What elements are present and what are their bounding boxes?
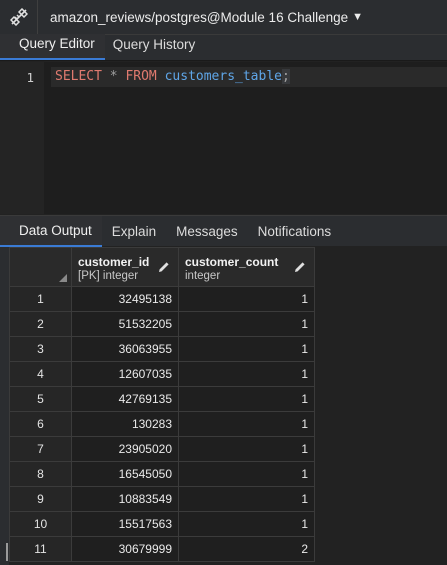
cell-customer-id[interactable]: 36063955 bbox=[71, 336, 179, 362]
semicolon: ; bbox=[282, 69, 290, 84]
column-name: customer_count bbox=[185, 255, 279, 269]
cell-customer-count[interactable]: 1 bbox=[178, 436, 315, 462]
cell-customer-count[interactable]: 1 bbox=[178, 311, 315, 337]
cell-customer-id[interactable]: 23905020 bbox=[71, 436, 179, 462]
cell-customer-id[interactable]: 42769135 bbox=[71, 386, 179, 412]
row-number[interactable]: 3 bbox=[9, 336, 72, 362]
tab-explain[interactable]: Explain bbox=[102, 216, 166, 247]
cell-customer-count[interactable]: 1 bbox=[178, 511, 315, 537]
cell-customer-id[interactable]: 51532205 bbox=[71, 311, 179, 337]
cell-customer-id[interactable]: 130283 bbox=[71, 411, 179, 437]
cell-customer-count[interactable]: 1 bbox=[178, 336, 315, 362]
table-row[interactable]: 6 130283 1 bbox=[9, 411, 315, 437]
tab-query-editor[interactable]: Query Editor bbox=[0, 34, 105, 60]
row-number[interactable]: 11 bbox=[9, 536, 72, 562]
row-header-corner[interactable] bbox=[9, 247, 72, 287]
table-row[interactable]: 8 16545050 1 bbox=[9, 461, 315, 487]
row-number[interactable]: 10 bbox=[9, 511, 72, 537]
cell-customer-count[interactable]: 1 bbox=[178, 461, 315, 487]
row-number[interactable]: 5 bbox=[9, 386, 72, 412]
table-row[interactable]: 9 10883549 1 bbox=[9, 486, 315, 512]
table-row[interactable]: 2 51532205 1 bbox=[9, 311, 315, 337]
tab-query-history[interactable]: Query History bbox=[105, 34, 204, 60]
identifier-table: customers_table bbox=[164, 69, 282, 84]
table-row[interactable]: 3 36063955 1 bbox=[9, 336, 315, 362]
row-number[interactable]: 6 bbox=[9, 411, 72, 437]
table-row[interactable]: 10 15517563 1 bbox=[9, 511, 315, 537]
cell-customer-count[interactable]: 1 bbox=[178, 486, 315, 512]
tab-data-output[interactable]: Data Output bbox=[0, 216, 102, 247]
table-row[interactable]: 4 12607035 1 bbox=[9, 361, 315, 387]
column-header-customer-count[interactable]: customer_count integer bbox=[178, 247, 315, 287]
cell-customer-count[interactable]: 1 bbox=[178, 386, 315, 412]
select-all-icon[interactable] bbox=[59, 274, 67, 282]
table-row[interactable]: 7 23905020 1 bbox=[9, 436, 315, 462]
keyword-from: FROM bbox=[125, 69, 157, 84]
data-grid[interactable]: customer_id [PK] integer customer_count … bbox=[9, 247, 447, 565]
cell-customer-id[interactable]: 15517563 bbox=[71, 511, 179, 537]
tab-messages[interactable]: Messages bbox=[166, 216, 248, 247]
connection-title[interactable]: amazon_reviews/postgres@Module 16 Challe… bbox=[50, 10, 348, 25]
cell-customer-count[interactable]: 1 bbox=[178, 286, 315, 312]
row-number[interactable]: 7 bbox=[9, 436, 72, 462]
column-header-customer-id[interactable]: customer_id [PK] integer bbox=[71, 247, 179, 287]
keyword-select: SELECT bbox=[55, 69, 102, 84]
line-gutter: 1 bbox=[0, 62, 44, 214]
connection-status[interactable] bbox=[0, 0, 38, 34]
connection-bar[interactable]: amazon_reviews/postgres@Module 16 Challe… bbox=[0, 0, 447, 35]
cell-customer-id[interactable]: 30679999 bbox=[71, 536, 179, 562]
cell-customer-count[interactable]: 2 bbox=[178, 536, 315, 562]
unplug-icon bbox=[9, 8, 28, 26]
line-number: 1 bbox=[26, 70, 34, 85]
left-strip bbox=[0, 247, 9, 565]
query-editor[interactable]: 1 SELECT * FROM customers_table; bbox=[0, 62, 447, 214]
cell-customer-id[interactable]: 12607035 bbox=[71, 361, 179, 387]
table-row[interactable]: 11 30679999 2 bbox=[9, 536, 315, 562]
tab-notifications[interactable]: Notifications bbox=[248, 216, 342, 247]
cell-customer-count[interactable]: 1 bbox=[178, 411, 315, 437]
pencil-icon[interactable] bbox=[294, 261, 306, 273]
cell-customer-id[interactable]: 10883549 bbox=[71, 486, 179, 512]
cell-customer-id[interactable]: 32495138 bbox=[71, 286, 179, 312]
row-number[interactable]: 8 bbox=[9, 461, 72, 487]
table-row[interactable]: 5 42769135 1 bbox=[9, 386, 315, 412]
chevron-down-icon[interactable]: ▼ bbox=[352, 11, 363, 23]
pencil-icon[interactable] bbox=[158, 261, 170, 273]
row-number[interactable]: 4 bbox=[9, 361, 72, 387]
text-cursor bbox=[6, 543, 8, 561]
output-tabs: Data Output Explain Messages Notificatio… bbox=[0, 215, 447, 247]
cell-customer-id[interactable]: 16545050 bbox=[71, 461, 179, 487]
row-number[interactable]: 9 bbox=[9, 486, 72, 512]
column-name: customer_id bbox=[78, 255, 150, 269]
row-number[interactable]: 1 bbox=[9, 286, 72, 312]
code-area[interactable]: SELECT * FROM customers_table; bbox=[44, 62, 447, 214]
code-line[interactable]: SELECT * FROM customers_table; bbox=[51, 67, 447, 87]
editor-tabs: Query Editor Query History bbox=[0, 34, 447, 61]
table-row[interactable]: 1 32495138 1 bbox=[9, 286, 315, 312]
results-table: customer_id [PK] integer customer_count … bbox=[9, 247, 315, 562]
cell-customer-count[interactable]: 1 bbox=[178, 361, 315, 387]
column-type: integer bbox=[185, 270, 221, 282]
column-type: [PK] integer bbox=[78, 270, 139, 282]
row-number[interactable]: 2 bbox=[9, 311, 72, 337]
table-body: 1 32495138 1 2 51532205 1 3 36063955 1 4 126070… bbox=[9, 286, 315, 562]
operator-star: * bbox=[109, 69, 118, 84]
